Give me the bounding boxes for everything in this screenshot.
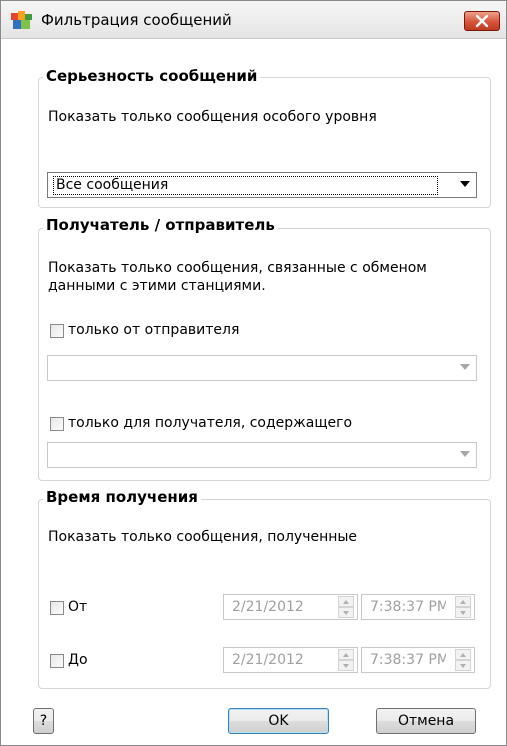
recipient-description-line1: Показать только сообщения, связанные с о… (48, 260, 427, 276)
severity-select[interactable]: Все сообщения (47, 172, 477, 198)
sender-select[interactable] (47, 355, 477, 381)
window-title: Фильтрация сообщений (41, 11, 232, 29)
from-time-picker[interactable]: 7:38:37 PM (361, 594, 475, 620)
receiver-label[interactable]: только для получателя, содержащего (68, 414, 352, 433)
to-date-value: 2/21/2012 (232, 652, 304, 668)
severity-description: Показать только сообщения особого уровня (48, 109, 377, 125)
severity-select-value: Все сообщения (53, 176, 438, 195)
to-time-spinner[interactable] (455, 649, 471, 671)
spin-up-icon[interactable] (455, 649, 471, 660)
to-time-value: 7:38:37 PM (370, 652, 446, 668)
receiver-checkbox[interactable] (50, 417, 64, 431)
sender-checkbox[interactable] (50, 324, 64, 338)
from-checkbox[interactable] (50, 601, 64, 615)
to-checkbox[interactable] (50, 654, 64, 668)
receiver-select[interactable] (47, 442, 477, 468)
from-date-picker[interactable]: 2/21/2012 (223, 594, 358, 620)
sender-label[interactable]: только от отправителя (68, 321, 239, 340)
severity-group-title: Серьезность сообщений (43, 67, 261, 85)
from-time-spinner[interactable] (455, 596, 471, 618)
from-date-value: 2/21/2012 (232, 599, 304, 615)
cancel-button[interactable]: Отмена (376, 708, 476, 734)
app-logo-icon (11, 11, 32, 29)
help-button[interactable]: ? (33, 708, 54, 734)
spin-down-icon[interactable] (455, 607, 471, 618)
spin-up-icon[interactable] (455, 596, 471, 607)
filter-dialog: Фильтрация сообщений Серьезность сообщен… (0, 0, 507, 746)
spin-down-icon[interactable] (338, 607, 354, 618)
to-time-picker[interactable]: 7:38:37 PM (361, 647, 475, 673)
time-group-title: Время получения (43, 488, 201, 506)
time-description: Показать только сообщения, полученные (48, 529, 358, 545)
to-label[interactable]: До (68, 651, 88, 670)
spin-down-icon[interactable] (338, 660, 354, 671)
to-date-picker[interactable]: 2/21/2012 (223, 647, 358, 673)
chevron-down-icon (460, 451, 470, 457)
chevron-down-icon (460, 181, 470, 187)
close-button[interactable] (464, 11, 500, 31)
recipient-group-title: Получатель / отправитель (43, 216, 278, 234)
ok-button[interactable]: OK (228, 708, 329, 734)
close-icon (475, 14, 489, 28)
title-bar[interactable]: Фильтрация сообщений (1, 1, 506, 39)
spin-up-icon[interactable] (338, 649, 354, 660)
spin-up-icon[interactable] (338, 596, 354, 607)
from-label[interactable]: От (68, 598, 87, 617)
chevron-down-icon (460, 364, 470, 370)
recipient-description-line2: данными с этими станциями. (48, 278, 266, 294)
to-date-spinner[interactable] (338, 649, 354, 671)
from-time-value: 7:38:37 PM (370, 599, 446, 615)
spin-down-icon[interactable] (455, 660, 471, 671)
from-date-spinner[interactable] (338, 596, 354, 618)
